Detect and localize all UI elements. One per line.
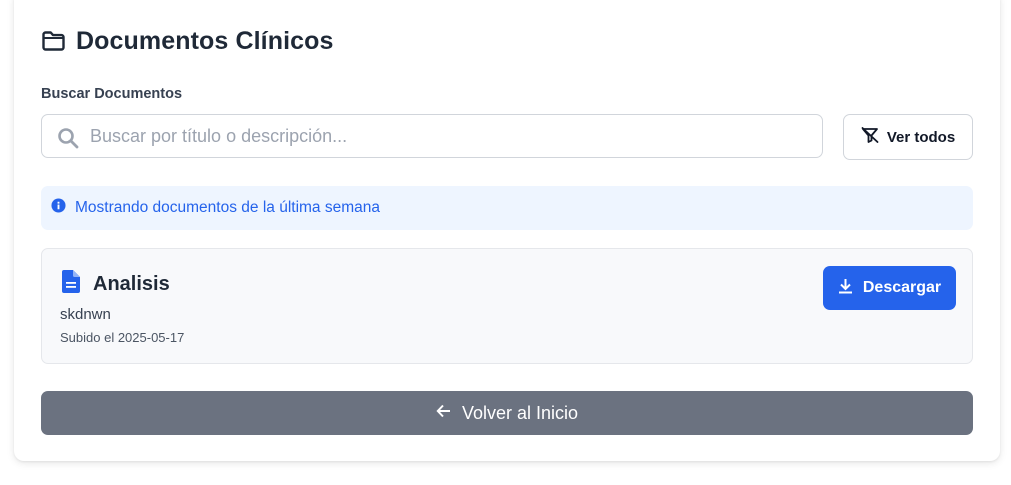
folder-icon [41, 30, 66, 52]
back-home-button[interactable]: Volver al Inicio [41, 391, 973, 435]
document-description: skdnwn [60, 306, 111, 323]
info-icon [51, 198, 66, 218]
page-title: Documentos Clínicos [76, 26, 334, 55]
download-icon [838, 278, 853, 299]
view-all-label: Ver todos [886, 128, 956, 146]
back-home-label: Volver al Inicio [461, 402, 579, 423]
document-upload-date: Subido el 2025-05-17 [60, 330, 185, 345]
download-button[interactable]: Descargar [823, 266, 956, 310]
search-field[interactable] [41, 114, 823, 158]
page-header: Documentos Clínicos [41, 24, 334, 58]
search-label: Buscar Documentos [41, 86, 183, 102]
info-alert-text: Mostrando documentos de la última semana [75, 199, 380, 216]
info-alert: Mostrando documentos de la última semana [41, 186, 973, 230]
view-all-button[interactable]: Ver todos [843, 114, 973, 160]
document-title: Analisis [93, 272, 170, 295]
search-input[interactable] [90, 115, 810, 157]
document-title-row: Analisis [62, 270, 170, 298]
document-icon [62, 270, 80, 298]
arrow-left-icon [436, 404, 452, 423]
download-label: Descargar [862, 279, 942, 296]
document-card: Analisis skdnwn Subido el 2025-05-17 Des… [41, 248, 973, 364]
search-icon [57, 127, 79, 154]
filter-off-icon [861, 126, 879, 148]
